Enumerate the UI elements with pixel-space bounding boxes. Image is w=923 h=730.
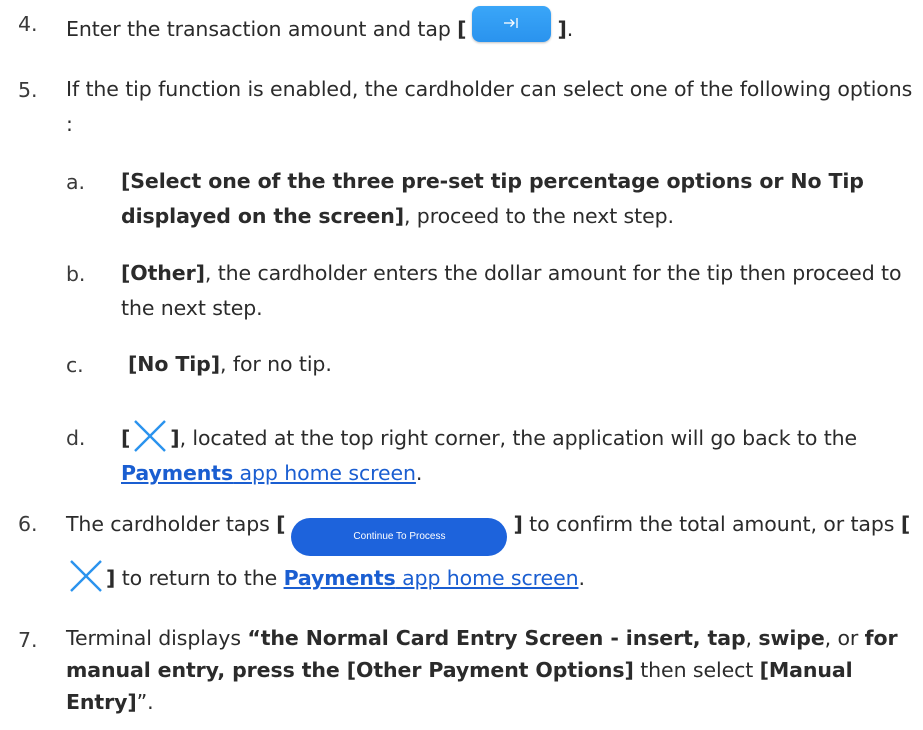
instructions-document: 4. Enter the transaction amount and tap … <box>0 0 923 730</box>
sub-step-letter: a. <box>66 170 85 194</box>
step-number: 6. <box>18 512 38 536</box>
sub-step-letter: b. <box>66 262 86 286</box>
step-number: 5. <box>18 78 38 102</box>
close-x-icon <box>134 420 167 452</box>
close-x-icon <box>70 560 102 592</box>
sub-step-text: [Other], the cardholder enters the dolla… <box>121 261 902 320</box>
sub-step-letter: d. <box>66 426 86 450</box>
payments-home-link[interactable]: Payments app home screen <box>284 566 579 590</box>
step-number: 4. <box>18 12 38 36</box>
step-text: Enter the transaction amount and tap []. <box>66 6 915 47</box>
payments-home-link[interactable]: Payments app home screen <box>121 461 416 485</box>
sub-step-text: [Select one of the three pre-set tip per… <box>121 169 864 228</box>
enter-button-icon <box>472 6 552 42</box>
sub-step-text: [No Tip], for no tip. <box>128 352 332 376</box>
step-number: 7. <box>18 628 38 652</box>
step-text: The cardholder taps [Continue To Process… <box>66 502 915 600</box>
step-text: Terminal displays “the Normal Card Entry… <box>66 626 898 714</box>
step-text: If the tip function is enabled, the card… <box>66 77 913 136</box>
sub-step-letter: c. <box>66 353 84 377</box>
continue-to-process-button: Continue To Process <box>291 518 508 556</box>
sub-step-text: [], located at the top right corner, the… <box>121 419 915 491</box>
